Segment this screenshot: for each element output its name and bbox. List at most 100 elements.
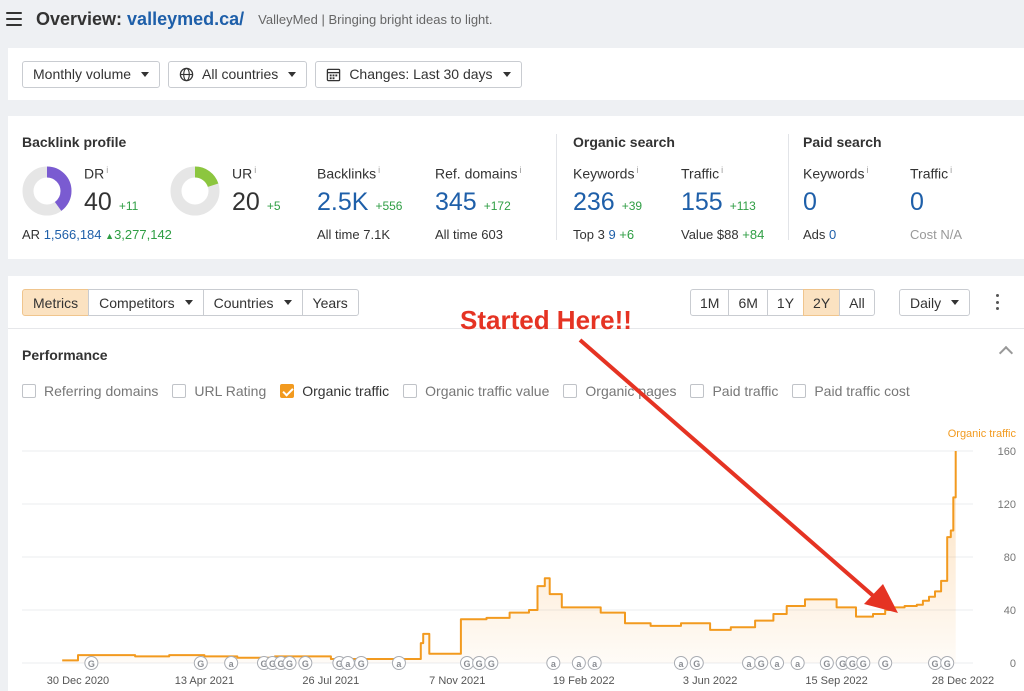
ref-domains-delta: +172 <box>483 199 511 213</box>
dr-donut-chart <box>22 166 72 216</box>
divider <box>556 134 557 240</box>
organic-traffic-label-text: Traffic <box>681 165 720 182</box>
top-bar: Overview: valleymed.ca/ ValleyMed | Brin… <box>0 0 1024 38</box>
ur-value-text: 20 <box>232 188 260 216</box>
site-tagline: ValleyMed | Bringing bright ideas to lig… <box>258 11 493 27</box>
info-icon[interactable]: i <box>721 165 723 175</box>
x-tick-label: 26 Jul 2021 <box>302 675 359 687</box>
ref-domains-value-text: 345 <box>435 188 477 216</box>
top3-delta: +6 <box>619 227 635 242</box>
x-tick-label: 13 Apr 2021 <box>175 675 234 687</box>
ar-label: AR <box>22 227 41 242</box>
chevron-down-icon <box>141 71 150 77</box>
update-marker-label: G <box>849 659 856 669</box>
ref-domains-label-text: Ref. domains <box>435 165 518 182</box>
info-icon[interactable]: i <box>950 165 952 175</box>
backlinks-delta: +556 <box>375 199 403 213</box>
arrow-up-icon: ▲ <box>105 231 115 241</box>
alltime-label: All time <box>435 227 478 242</box>
organic-traffic-delta: +113 <box>729 199 756 213</box>
alltime-label: All time <box>317 227 360 242</box>
dr-value: 40 +11 <box>84 188 138 217</box>
organic-keywords-value[interactable]: 236 +39 <box>573 188 642 217</box>
volume-dropdown-label: Monthly volume <box>33 66 132 82</box>
organic-keywords-label-text: Keywords <box>573 165 635 182</box>
info-icon[interactable]: i <box>636 165 638 175</box>
organic-keywords-label[interactable]: Keywords i <box>573 165 638 182</box>
changes-dropdown-label: Changes: Last 30 days <box>349 66 493 82</box>
info-icon[interactable]: i <box>866 165 868 175</box>
paid-keywords-value-text: 0 <box>803 188 817 216</box>
update-marker-label: G <box>823 659 830 669</box>
paid-traffic-label[interactable]: Traffic i <box>910 165 952 182</box>
backlinks-label[interactable]: Backlinks i <box>317 165 380 182</box>
ar-delta: 3,277,142 <box>114 227 172 242</box>
y-tick-label: 40 <box>1004 605 1016 617</box>
paid-keywords-value[interactable]: 0 <box>803 188 817 217</box>
globe-icon <box>179 67 194 81</box>
cost-value: N/A <box>940 227 963 242</box>
organic-search-title: Organic search <box>573 134 675 150</box>
update-marker-label: G <box>358 659 365 669</box>
chart-panel: Metrics Competitors Countries Years 1M 6… <box>8 276 1024 691</box>
legend-label: Organic traffic <box>948 428 1017 440</box>
backlinks-alltime: All time 7.1K <box>317 227 390 242</box>
update-marker-label: G <box>839 659 846 669</box>
ref-domains-label[interactable]: Ref. domains i <box>435 165 521 182</box>
ur-value: 20 +5 <box>232 188 281 217</box>
organic-traffic-value-text: 155 <box>681 188 723 216</box>
update-marker-label: G <box>197 659 204 669</box>
dr-label[interactable]: DR i <box>84 165 108 182</box>
update-marker-label: G <box>932 659 939 669</box>
divider <box>788 134 789 240</box>
countries-dropdown-label: All countries <box>202 66 279 82</box>
organic-traffic-label[interactable]: Traffic i <box>681 165 723 182</box>
backlink-profile-title: Backlink profile <box>22 134 127 150</box>
page-title: Overview: <box>36 8 123 29</box>
info-icon[interactable]: i <box>106 165 108 175</box>
y-tick-label: 0 <box>1010 658 1016 670</box>
update-marker-label: G <box>860 659 867 669</box>
ur-delta: +5 <box>266 199 281 213</box>
info-icon[interactable]: i <box>519 165 521 175</box>
x-tick-label: 15 Sep 2022 <box>805 675 867 687</box>
volume-dropdown[interactable]: Monthly volume <box>22 60 161 88</box>
paid-search-title: Paid search <box>803 134 882 150</box>
paid-traffic-value[interactable]: 0 <box>910 188 924 217</box>
x-tick-label: 7 Nov 2021 <box>429 675 485 687</box>
hamburger-menu-icon[interactable] <box>6 12 22 26</box>
backlinks-label-text: Backlinks <box>317 165 377 182</box>
ref-domains-value[interactable]: 345 +172 <box>435 188 511 217</box>
traffic-value-label: Value <box>681 227 714 242</box>
ref-domains-alltime: All time 603 <box>435 227 503 242</box>
traffic-value-delta: +84 <box>742 227 765 242</box>
paid-keywords-label[interactable]: Keywords i <box>803 165 868 182</box>
organic-keywords-value-text: 236 <box>573 188 615 216</box>
ar-value[interactable]: 1,566,184 <box>44 227 102 242</box>
update-marker-label: G <box>302 659 309 669</box>
ur-label[interactable]: UR i <box>232 165 256 182</box>
top3-value[interactable]: 9 <box>608 227 615 242</box>
traffic-value-amount: $88 <box>716 227 739 242</box>
changes-dropdown[interactable]: Changes: Last 30 days <box>315 60 522 88</box>
update-marker-label: G <box>464 659 471 669</box>
info-icon[interactable]: i <box>378 165 380 175</box>
paid-keywords-label-text: Keywords <box>803 165 865 182</box>
y-tick-label: 160 <box>998 446 1016 458</box>
update-marker-label: G <box>758 659 765 669</box>
countries-dropdown[interactable]: All countries <box>168 60 308 88</box>
info-icon[interactable]: i <box>254 165 256 175</box>
calendar-icon <box>327 68 341 81</box>
organic-traffic-value[interactable]: 155 +113 <box>681 188 756 217</box>
ads-value[interactable]: 0 <box>829 227 836 242</box>
dr-label-text: DR <box>84 165 105 182</box>
y-tick-label: 120 <box>998 499 1016 511</box>
x-tick-label: 19 Feb 2022 <box>553 675 615 687</box>
alltime-value: 7.1K <box>363 227 390 242</box>
dr-delta: +11 <box>118 199 139 213</box>
domain-link[interactable]: valleymed.ca/ <box>127 9 244 30</box>
metrics-card: Backlink profile DR i 40 +11 UR i 20 +5 AR 1… <box>8 116 1024 259</box>
cost-label: Cost <box>910 227 937 242</box>
backlinks-value[interactable]: 2.5K +556 <box>317 188 402 217</box>
ads-row: Ads 0 <box>803 227 836 242</box>
